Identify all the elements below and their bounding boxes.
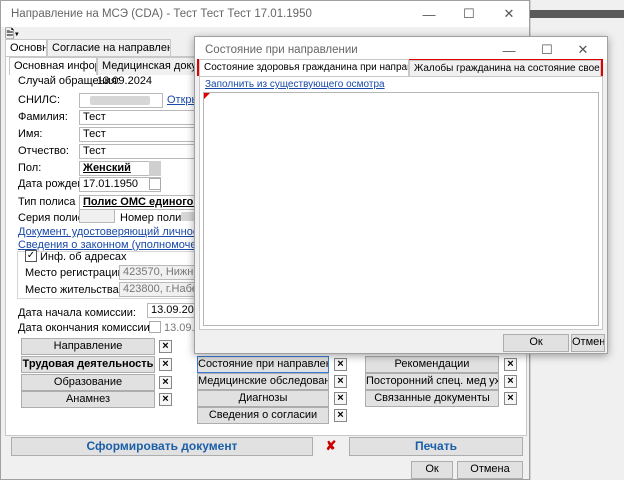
medical-exams-clear-icon[interactable]: ×: [334, 375, 347, 388]
patronymic-field[interactable]: Тест: [79, 144, 199, 159]
print-button[interactable]: Печать: [349, 437, 523, 456]
required-marker-icon: [204, 93, 210, 99]
health-state-textarea[interactable]: [203, 92, 599, 326]
condition-clear-icon[interactable]: ×: [334, 358, 347, 371]
sex-value: Женский: [83, 162, 131, 174]
dialog-title: Состояние при направлении: [205, 44, 358, 56]
address-checkbox-label: Инф. об адресах: [40, 251, 127, 263]
policy-type-value: Полис ОМС единого образц: [83, 196, 198, 208]
education-clear-icon[interactable]: ×: [159, 376, 172, 389]
main-ok-button[interactable]: Ок: [411, 461, 453, 479]
minimize-icon[interactable]: —: [409, 1, 449, 27]
snils-redacted: [90, 96, 150, 105]
commission-start-field[interactable]: 13.09.2024 14: [147, 303, 199, 318]
linked-docs-clear-icon[interactable]: ×: [504, 392, 517, 405]
anamnesis-clear-icon[interactable]: ×: [159, 393, 172, 406]
tab-consent[interactable]: Согласие на направление на МСЭ: [47, 39, 171, 57]
close-icon[interactable]: ✕: [489, 1, 529, 27]
tab-complaints[interactable]: Жалобы гражданина на состояние своего зд…: [409, 60, 601, 76]
condition-dialog: Состояние при направлении — ☐ ✕ Состояни…: [194, 36, 608, 354]
background-window-strip: [530, 10, 624, 18]
lastname-field[interactable]: Тест: [79, 110, 199, 125]
delete-document-button[interactable]: ✘: [321, 437, 341, 456]
commission-end-checkbox[interactable]: [149, 321, 161, 333]
firstname-field[interactable]: Тест: [79, 127, 199, 142]
policy-series-field[interactable]: [79, 209, 115, 223]
registration-field[interactable]: 423570, Нижнекамский: [119, 265, 199, 280]
diagnoses-clear-icon[interactable]: ×: [334, 392, 347, 405]
commission-end-label: Дата окончания комиссии:: [18, 322, 153, 334]
recommendations-button[interactable]: Рекомендации: [365, 356, 499, 373]
main-window-title: Направление на МСЭ (CDA) - Тест Тест Тес…: [11, 8, 312, 20]
subtab-main-info[interactable]: Основная информация: [9, 57, 97, 75]
residence-field[interactable]: 423800, г.Набережные Ч: [119, 282, 199, 297]
generate-document-button[interactable]: Сформировать документ: [11, 437, 313, 456]
condition-button[interactable]: Состояние при направлении: [197, 356, 329, 373]
representative-link[interactable]: Сведения о законном (уполномоченном) пре…: [18, 239, 199, 251]
patronymic-label: Отчество:: [18, 145, 69, 157]
sex-label: Пол:: [18, 162, 42, 174]
referral-clear-icon[interactable]: ×: [159, 340, 172, 353]
registration-label: Место регистрации:: [25, 267, 127, 279]
dialog-ok-button[interactable]: Ок: [503, 334, 569, 352]
medical-exams-button[interactable]: Медицинские обследования: [197, 373, 329, 390]
consent-info-button[interactable]: Сведения о согласии: [197, 407, 329, 424]
residence-label: Место жительства:: [25, 284, 122, 296]
main-cancel-button[interactable]: Отмена: [457, 461, 523, 479]
snils-label: СНИЛС:: [18, 94, 61, 106]
outside-care-clear-icon[interactable]: ×: [504, 375, 517, 388]
diagnoses-button[interactable]: Диагнозы: [197, 390, 329, 407]
commission-start-label: Дата начала комиссии:: [18, 307, 136, 319]
case-value: 13.09.2024: [97, 75, 153, 87]
labor-activity-clear-icon[interactable]: ×: [159, 358, 172, 371]
sex-dropdown-button[interactable]: [149, 161, 161, 176]
education-button[interactable]: Образование: [21, 374, 155, 391]
birthdate-checkbox[interactable]: [149, 178, 161, 190]
delete-document-icon: ✘: [325, 438, 337, 453]
subtab-med-docs[interactable]: Медицинская документаци: [97, 57, 197, 75]
outside-care-button[interactable]: Посторонний спец. мед уход: [365, 373, 499, 390]
tab-main[interactable]: Основное: [5, 39, 47, 57]
address-checkbox[interactable]: ✓: [25, 250, 37, 262]
recommendations-clear-icon[interactable]: ×: [504, 358, 517, 371]
firstname-label: Имя:: [18, 128, 43, 140]
identity-document-link[interactable]: Документ, удостоверяющий личность: [18, 226, 209, 238]
tab-health-state[interactable]: Состояние здоровья гражданина при направ…: [199, 59, 409, 76]
maximize-icon[interactable]: ☐: [449, 1, 489, 27]
dialog-cancel-button[interactable]: Отмена: [571, 334, 605, 352]
labor-activity-button[interactable]: Трудовая деятельность: [21, 356, 155, 373]
referral-button[interactable]: Направление: [21, 338, 155, 355]
policy-type-select[interactable]: Полис ОМС единого образц: [79, 195, 199, 210]
consent-info-clear-icon[interactable]: ×: [334, 409, 347, 422]
lastname-label: Фамилия:: [18, 111, 68, 123]
snils-field[interactable]: [79, 93, 163, 108]
main-titlebar: Направление на МСЭ (CDA) - Тест Тест Тес…: [1, 1, 529, 27]
linked-docs-button[interactable]: Связанные документы: [365, 390, 499, 407]
anamnesis-button[interactable]: Анамнез: [21, 391, 155, 408]
fill-from-exam-link[interactable]: Заполнить из существующего осмотра: [205, 79, 385, 90]
